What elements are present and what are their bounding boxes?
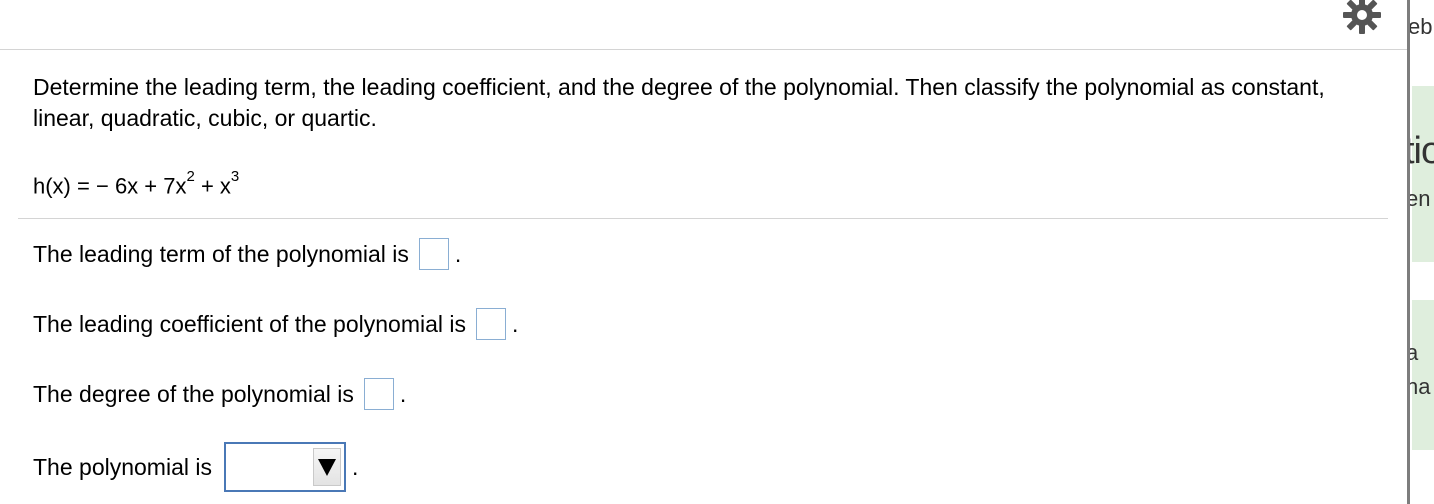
equation-term1: − 6x + 7x xyxy=(95,173,187,199)
leading-coefficient-row: The leading coefficient of the polynomia… xyxy=(33,308,518,340)
polynomial-equation: h(x) = − 6x + 7x2 + x3 xyxy=(33,166,239,201)
question-text: Determine the leading term, the leading … xyxy=(33,74,1325,131)
leading-term-input[interactable] xyxy=(418,238,449,270)
exponent-3: 3 xyxy=(230,168,240,185)
gear-icon[interactable] xyxy=(1341,0,1383,36)
triangle-down-icon xyxy=(317,458,336,476)
equation-term2: + x xyxy=(194,173,231,199)
leading-term-label: The leading term of the polynomial is xyxy=(33,241,409,267)
degree-row: The degree of the polynomial is . xyxy=(33,378,406,410)
leading-coefficient-input[interactable] xyxy=(476,308,507,340)
side-text-4: a xyxy=(1410,340,1419,365)
side-text-2: tio xyxy=(1410,130,1434,172)
section-divider xyxy=(18,218,1388,219)
equation-lhs: h(x) = xyxy=(33,173,90,199)
side-text-3: en xyxy=(1410,186,1431,211)
degree-period: . xyxy=(399,381,407,407)
side-panel-card-1 xyxy=(1412,86,1434,262)
question-pane: Determine the leading term, the leading … xyxy=(0,0,1407,504)
leading-coefficient-label: The leading coefficient of the polynomia… xyxy=(33,311,467,337)
side-text-1: eb xyxy=(1410,14,1433,39)
leading-term-period: . xyxy=(454,241,462,267)
classification-label: The polynomial is xyxy=(33,454,212,480)
classification-period: . xyxy=(351,454,359,480)
side-panel: eb tio en a na xyxy=(1410,0,1434,504)
leading-term-row: The leading term of the polynomial is . xyxy=(33,238,461,270)
degree-label: The degree of the polynomial is xyxy=(33,381,354,407)
degree-input[interactable] xyxy=(363,378,394,410)
leading-coefficient-period: . xyxy=(512,311,519,337)
dropdown-arrow-button[interactable] xyxy=(312,448,341,486)
side-text-5: na xyxy=(1410,374,1431,399)
classification-row: The polynomial is . xyxy=(33,442,358,492)
classification-dropdown[interactable] xyxy=(223,442,346,492)
exponent-2: 2 xyxy=(186,168,195,185)
header-divider xyxy=(0,49,1407,50)
